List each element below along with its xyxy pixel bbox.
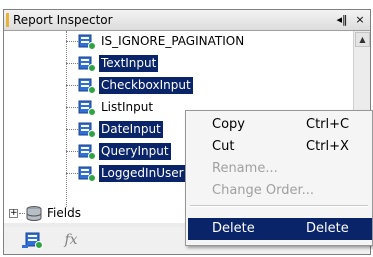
menu-item-label: Copy	[212, 117, 245, 132]
tree-item-label: LoggedInUser	[99, 165, 186, 182]
scroll-up-arrow-icon[interactable]: ▲	[355, 32, 370, 47]
menu-item-label: Delete	[212, 221, 255, 236]
menu-item-rename: Rename...	[188, 158, 372, 180]
parameter-icon	[78, 144, 96, 160]
parameter-icon	[78, 100, 96, 116]
panel-titlebar: Report Inspector ◂‖ ×	[4, 10, 370, 31]
menu-item-delete[interactable]: Delete Delete	[188, 218, 372, 240]
parameter-icon	[78, 34, 96, 50]
menu-item-change-order: Change Order...	[188, 180, 372, 202]
fx-formula-icon[interactable]: fx	[60, 231, 82, 249]
tree-item-label: QueryInput	[99, 143, 171, 160]
menu-separator	[190, 205, 368, 207]
menu-item-label: Rename...	[212, 161, 278, 176]
close-icon[interactable]: ×	[353, 12, 367, 28]
parameter-icon	[78, 122, 96, 138]
menu-item-shortcut: Ctrl+X	[306, 139, 349, 154]
context-menu: Copy Ctrl+C Cut Ctrl+X Rename... Change …	[185, 110, 373, 246]
tree-item-label: ListInput	[101, 100, 154, 114]
parameter-icon	[78, 78, 96, 94]
pin-icon[interactable]: ◂‖	[335, 12, 349, 28]
add-parameter-icon[interactable]	[22, 231, 44, 249]
menu-item-shortcut: Delete	[306, 221, 349, 236]
tree-item-label: Fields	[47, 206, 81, 220]
title-accent-bar	[6, 13, 9, 27]
parameter-icon	[78, 56, 96, 72]
tree-row[interactable]: CheckboxInput	[4, 75, 353, 97]
tree-row[interactable]: TextInput	[4, 53, 353, 75]
tree-item-label: CheckboxInput	[99, 77, 193, 94]
tree-item-label: DateInput	[99, 121, 163, 138]
menu-item-label: Cut	[212, 139, 235, 154]
tree-row[interactable]: IS_IGNORE_PAGINATION	[4, 31, 353, 53]
parameter-icon	[78, 166, 96, 182]
menu-item-shortcut: Ctrl+C	[306, 117, 350, 132]
tree-item-label: IS_IGNORE_PAGINATION	[101, 34, 245, 48]
menu-item-label: Change Order...	[212, 183, 315, 198]
database-icon	[26, 206, 42, 221]
menu-item-cut[interactable]: Cut Ctrl+X	[188, 136, 372, 158]
expand-toggle[interactable]: +	[9, 209, 18, 218]
tree-item-label: TextInput	[99, 55, 159, 72]
panel-title: Report Inspector	[13, 13, 113, 27]
menu-item-copy[interactable]: Copy Ctrl+C	[188, 114, 372, 136]
